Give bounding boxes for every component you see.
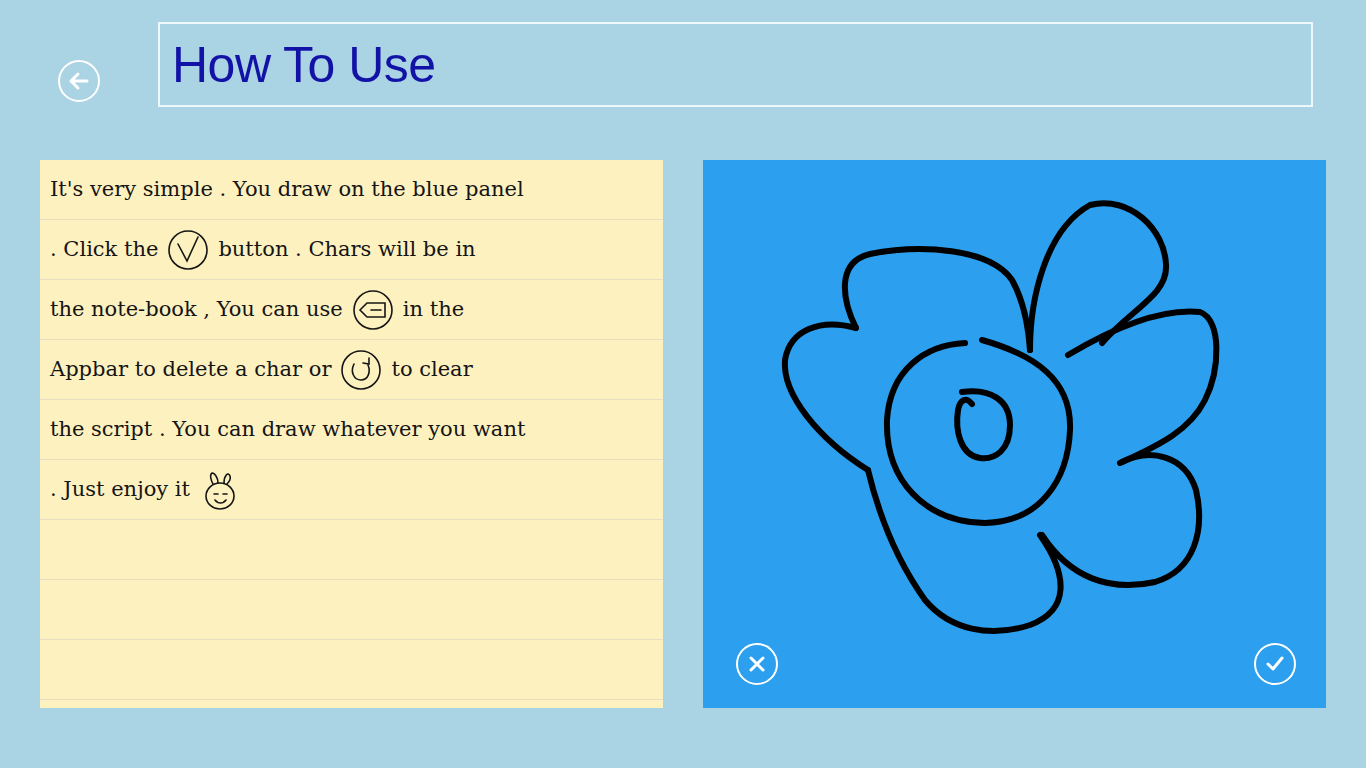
drawing-panel[interactable] xyxy=(703,160,1326,708)
notebook-line xyxy=(40,640,663,700)
handwritten-text: the script . You can draw whatever you w… xyxy=(50,417,525,442)
notebook-line xyxy=(40,580,663,640)
handwritten-text: in the xyxy=(403,297,464,322)
canvas-toolbar xyxy=(703,643,1326,708)
back-button[interactable] xyxy=(58,60,100,102)
confirm-button[interactable] xyxy=(1254,643,1296,685)
notebook-line: Appbar to delete a char or to clear xyxy=(40,340,663,400)
check-icon xyxy=(1264,653,1286,675)
handwritten-text: . Just enjoy it xyxy=(50,477,190,502)
back-arrow-icon xyxy=(66,68,92,94)
notebook-line: the script . You can draw whatever you w… xyxy=(40,400,663,460)
cancel-button[interactable] xyxy=(736,643,778,685)
notebook-line xyxy=(40,520,663,580)
handwritten-text: It's very simple . You draw on the blue … xyxy=(50,177,524,202)
notebook-line: the note-book , You can use in the xyxy=(40,280,663,340)
header: How To Use xyxy=(0,0,1366,107)
bunny-face-icon xyxy=(198,468,242,512)
check-icon xyxy=(166,228,210,272)
backspace-icon xyxy=(351,288,395,332)
flower-drawing xyxy=(703,160,1326,708)
notebook-line: . Just enjoy it xyxy=(40,460,663,520)
content: It's very simple . You draw on the blue … xyxy=(0,107,1366,708)
handwritten-text: . Click the xyxy=(50,237,158,262)
handwritten-text: to clear xyxy=(391,357,472,382)
notebook-line: It's very simple . You draw on the blue … xyxy=(40,160,663,220)
notebook-line: . Click the button . Chars will be in xyxy=(40,220,663,280)
refresh-icon xyxy=(339,348,383,392)
close-icon xyxy=(747,654,767,674)
handwritten-text: Appbar to delete a char or xyxy=(50,357,331,382)
handwritten-text: button . Chars will be in xyxy=(218,237,475,262)
handwritten-text: the note-book , You can use xyxy=(50,297,343,322)
title-box: How To Use xyxy=(158,22,1313,107)
notebook: It's very simple . You draw on the blue … xyxy=(40,160,663,708)
page-title: How To Use xyxy=(172,36,436,94)
how-to-use-page: How To Use It's very simple . You draw on… xyxy=(0,0,1366,768)
